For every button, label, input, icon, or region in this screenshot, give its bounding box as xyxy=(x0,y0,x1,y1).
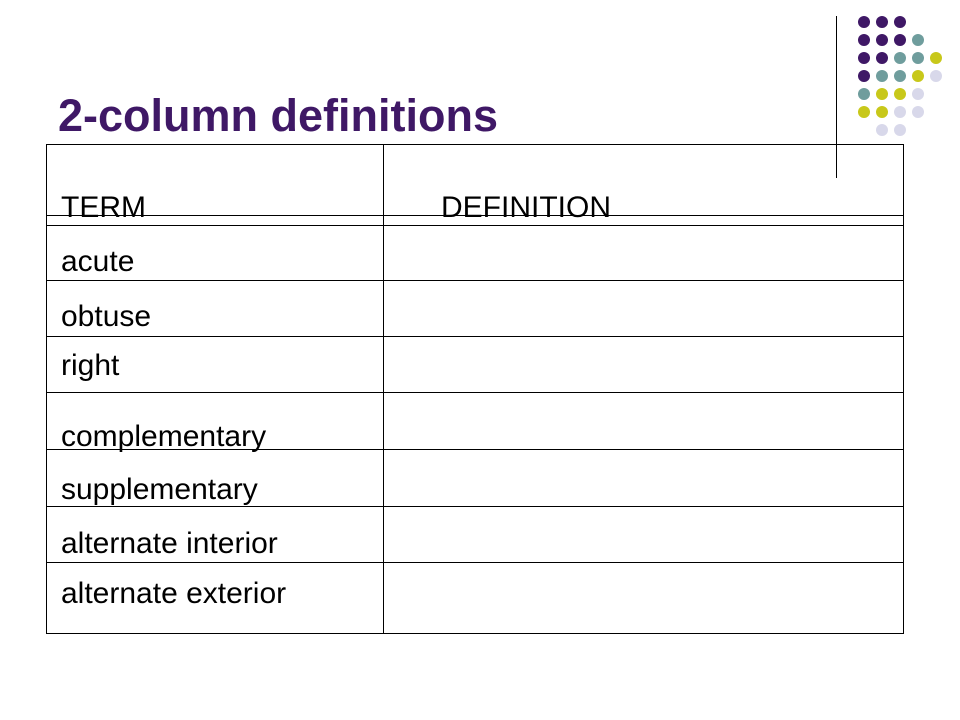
row-divider xyxy=(47,562,903,563)
decorative-dot xyxy=(894,52,906,64)
decorative-dot xyxy=(912,88,924,100)
decorative-dot xyxy=(876,34,888,46)
decorative-dot xyxy=(894,88,906,100)
decorative-dot xyxy=(894,70,906,82)
decorative-dot xyxy=(876,124,888,136)
decorative-dot xyxy=(876,52,888,64)
decorative-dot xyxy=(894,16,906,28)
row-divider xyxy=(47,336,903,337)
decorative-dot xyxy=(858,52,870,64)
term-cell: right xyxy=(61,349,120,382)
term-cell: alternate interior xyxy=(61,527,278,560)
decorative-dot xyxy=(858,70,870,82)
term-cell: complementary xyxy=(61,420,267,453)
decorative-dot xyxy=(930,70,942,82)
column-divider xyxy=(383,145,384,633)
decorative-dot xyxy=(912,52,924,64)
decorative-dot xyxy=(858,106,870,118)
row-divider xyxy=(47,280,903,281)
decorative-dot xyxy=(894,106,906,118)
row-divider xyxy=(47,225,903,226)
decorative-dot xyxy=(876,88,888,100)
decorative-dot xyxy=(858,16,870,28)
term-cell: alternate exterior xyxy=(61,577,287,610)
term-cell: obtuse xyxy=(61,300,152,333)
definitions-table: TERM DEFINITION acute obtuse right compl… xyxy=(46,144,904,634)
decorative-dot xyxy=(912,106,924,118)
header-term: TERM xyxy=(61,191,146,224)
decorative-dot xyxy=(930,52,942,64)
decorative-dot xyxy=(912,34,924,46)
decorative-dot xyxy=(876,70,888,82)
decorative-dot xyxy=(912,70,924,82)
decorative-dot xyxy=(894,124,906,136)
decorative-dot xyxy=(858,88,870,100)
decorative-dot xyxy=(894,34,906,46)
decorative-dot xyxy=(876,106,888,118)
header-definition: DEFINITION xyxy=(441,191,611,224)
row-divider xyxy=(47,392,903,393)
slide-title: 2-column definitions xyxy=(58,90,499,141)
decorative-dot xyxy=(876,16,888,28)
decorative-dot xyxy=(858,34,870,46)
term-cell: supplementary xyxy=(61,473,258,506)
term-cell: acute xyxy=(61,245,135,278)
